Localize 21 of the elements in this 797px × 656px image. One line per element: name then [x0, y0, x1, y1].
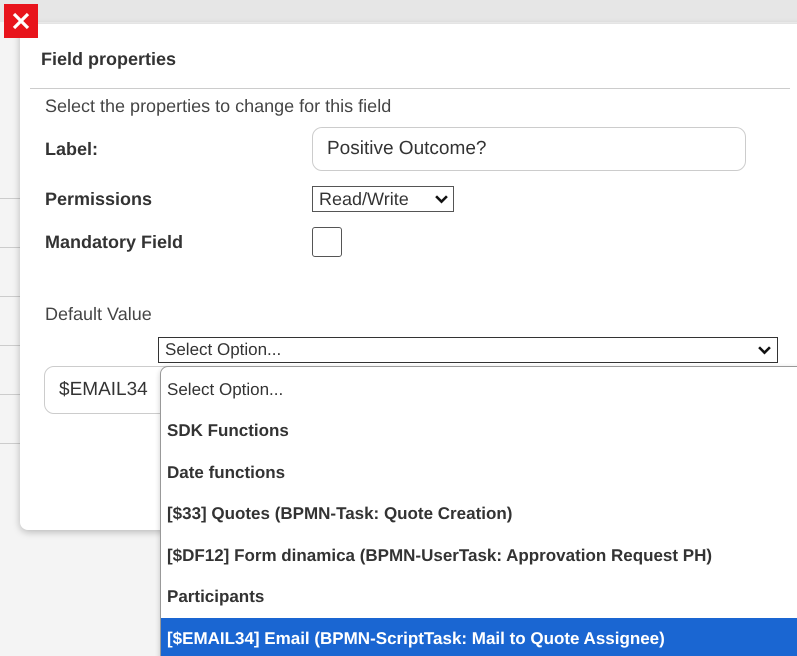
- chevron-icon: [758, 346, 771, 354]
- field-label: Mandatory Field: [45, 232, 184, 252]
- field-label: Permissions: [45, 188, 154, 210]
- dialog-title: Field properties: [41, 49, 176, 70]
- field-label: Default Value: [45, 304, 152, 325]
- dropdown-option[interactable]: Date functions: [161, 452, 797, 494]
- dropdown-option[interactable]: SDK Functions: [161, 410, 797, 452]
- permissions-select[interactable]: Read/Write: [312, 186, 454, 212]
- dropdown-option[interactable]: [$33] Quotes (BPMN-Task: Quote Creation): [161, 494, 797, 535]
- instructions-text: Select the properties to change for this field: [45, 96, 392, 117]
- mandatory-checkbox[interactable]: [312, 227, 342, 257]
- dropdown-option[interactable]: [$DF12] Form dinamica (BPMN-UserTask: Approvation Request PH): [161, 535, 797, 576]
- chevron-icon: [435, 194, 448, 204]
- dropdown-option[interactable]: Select Option...: [161, 369, 797, 410]
- field-label: Label:: [45, 138, 100, 160]
- label-input-field[interactable]: Positive Outcome?: [312, 127, 746, 171]
- dropdown-option[interactable]: Participants: [161, 576, 797, 618]
- dropdown-option[interactable]: [$EMAIL34] Email (BPMN-ScriptTask: Mail to Quote Assignee): [161, 618, 797, 656]
- close-button[interactable]: [4, 4, 38, 38]
- close-icon: [11, 11, 31, 31]
- default-value-select[interactable]: Select Option...: [158, 337, 778, 363]
